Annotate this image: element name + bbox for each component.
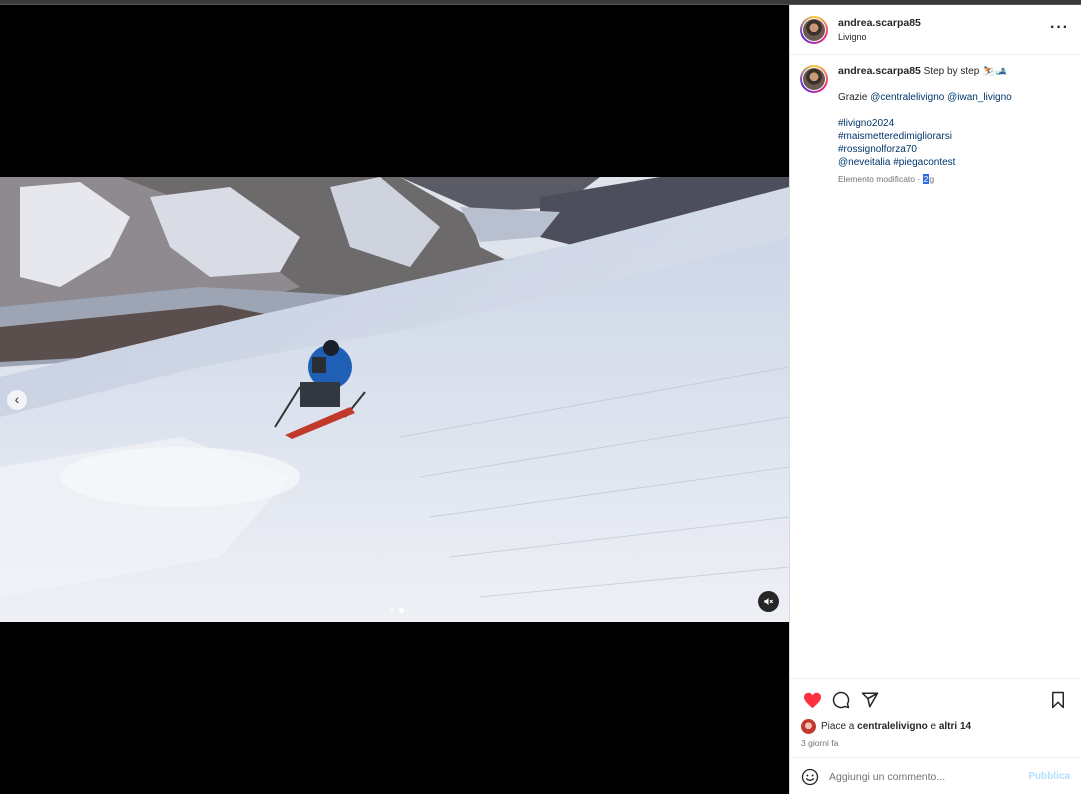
carousel-dot-active bbox=[399, 608, 404, 613]
caption-avatar[interactable] bbox=[800, 65, 828, 93]
comment-input[interactable] bbox=[829, 770, 1029, 783]
mention-link[interactable]: @neveitalia bbox=[838, 157, 890, 168]
liker-avatar[interactable] bbox=[801, 719, 816, 734]
save-button[interactable] bbox=[1047, 689, 1069, 711]
liker-username[interactable]: centralelivigno bbox=[857, 721, 928, 732]
edited-time[interactable]: g bbox=[929, 174, 934, 184]
edited-meta: Elemento modificato · 2g bbox=[838, 173, 1012, 186]
comment-bar: Pubblica bbox=[790, 757, 1081, 794]
muted-speaker-icon bbox=[764, 597, 774, 606]
post-dialog: ‹ andrea.scarpa85 Livigno ··· andrea.sca… bbox=[0, 4, 1081, 794]
like-button[interactable] bbox=[801, 689, 823, 711]
caption-text: Step by step bbox=[923, 66, 980, 77]
carousel-prev-button[interactable]: ‹ bbox=[7, 390, 27, 410]
emoji-button[interactable] bbox=[801, 768, 819, 786]
likes-summary: Piace a centralelivigno e altri 14 bbox=[801, 719, 1069, 734]
hashtag-link[interactable]: #rossignolforza70 bbox=[838, 144, 917, 155]
post-timestamp[interactable]: 3 giorni fa bbox=[801, 738, 1069, 748]
likes-prefix: Piace a bbox=[821, 721, 858, 732]
post-caption: andrea.scarpa85 Step by step ⛷️🎿 Grazie … bbox=[790, 55, 1081, 186]
share-button[interactable] bbox=[859, 689, 881, 711]
hashtag-link[interactable]: #piegacontest bbox=[893, 157, 955, 168]
mute-button[interactable] bbox=[758, 591, 779, 612]
post-header: andrea.scarpa85 Livigno ··· bbox=[790, 5, 1081, 55]
post-media[interactable]: ‹ bbox=[0, 5, 789, 794]
more-horizontal-icon: ··· bbox=[1050, 19, 1069, 36]
mention-link[interactable]: @centralelivigno bbox=[870, 92, 944, 103]
carousel-dots bbox=[390, 608, 404, 613]
likes-middle: e bbox=[927, 721, 939, 732]
ski-emoji-icon: ⛷️🎿 bbox=[982, 66, 1007, 77]
bookmark-icon bbox=[1052, 691, 1064, 709]
comment-button[interactable] bbox=[830, 689, 852, 711]
post-actions: Piace a centralelivigno e altri 14 3 gio… bbox=[790, 678, 1081, 748]
edited-label: Elemento modificato · bbox=[838, 174, 923, 184]
smiley-icon bbox=[801, 768, 819, 785]
ski-video-frame[interactable] bbox=[0, 177, 789, 622]
likes-others-link[interactable]: altri 14 bbox=[939, 721, 971, 732]
more-options-button[interactable]: ··· bbox=[1050, 19, 1069, 37]
hashtag-link[interactable]: #livigno2024 bbox=[838, 118, 894, 129]
avatar[interactable] bbox=[800, 15, 828, 44]
post-side-panel: andrea.scarpa85 Livigno ··· andrea.scarp… bbox=[789, 5, 1081, 794]
caption-thanks: Grazie bbox=[838, 92, 868, 103]
chevron-left-icon: ‹ bbox=[14, 391, 20, 407]
publish-button[interactable]: Pubblica bbox=[1028, 771, 1070, 782]
hashtag-link[interactable]: #maismetteredimigliorarsi bbox=[838, 131, 952, 142]
mention-link[interactable]: @iwan_livigno bbox=[947, 92, 1012, 103]
post-location[interactable]: Livigno bbox=[838, 32, 921, 42]
send-icon bbox=[861, 692, 879, 708]
heart-filled-icon bbox=[803, 692, 821, 708]
post-author-username[interactable]: andrea.scarpa85 bbox=[838, 17, 921, 29]
comment-icon bbox=[832, 691, 850, 709]
carousel-dot bbox=[390, 608, 395, 613]
caption-username[interactable]: andrea.scarpa85 bbox=[838, 65, 921, 77]
